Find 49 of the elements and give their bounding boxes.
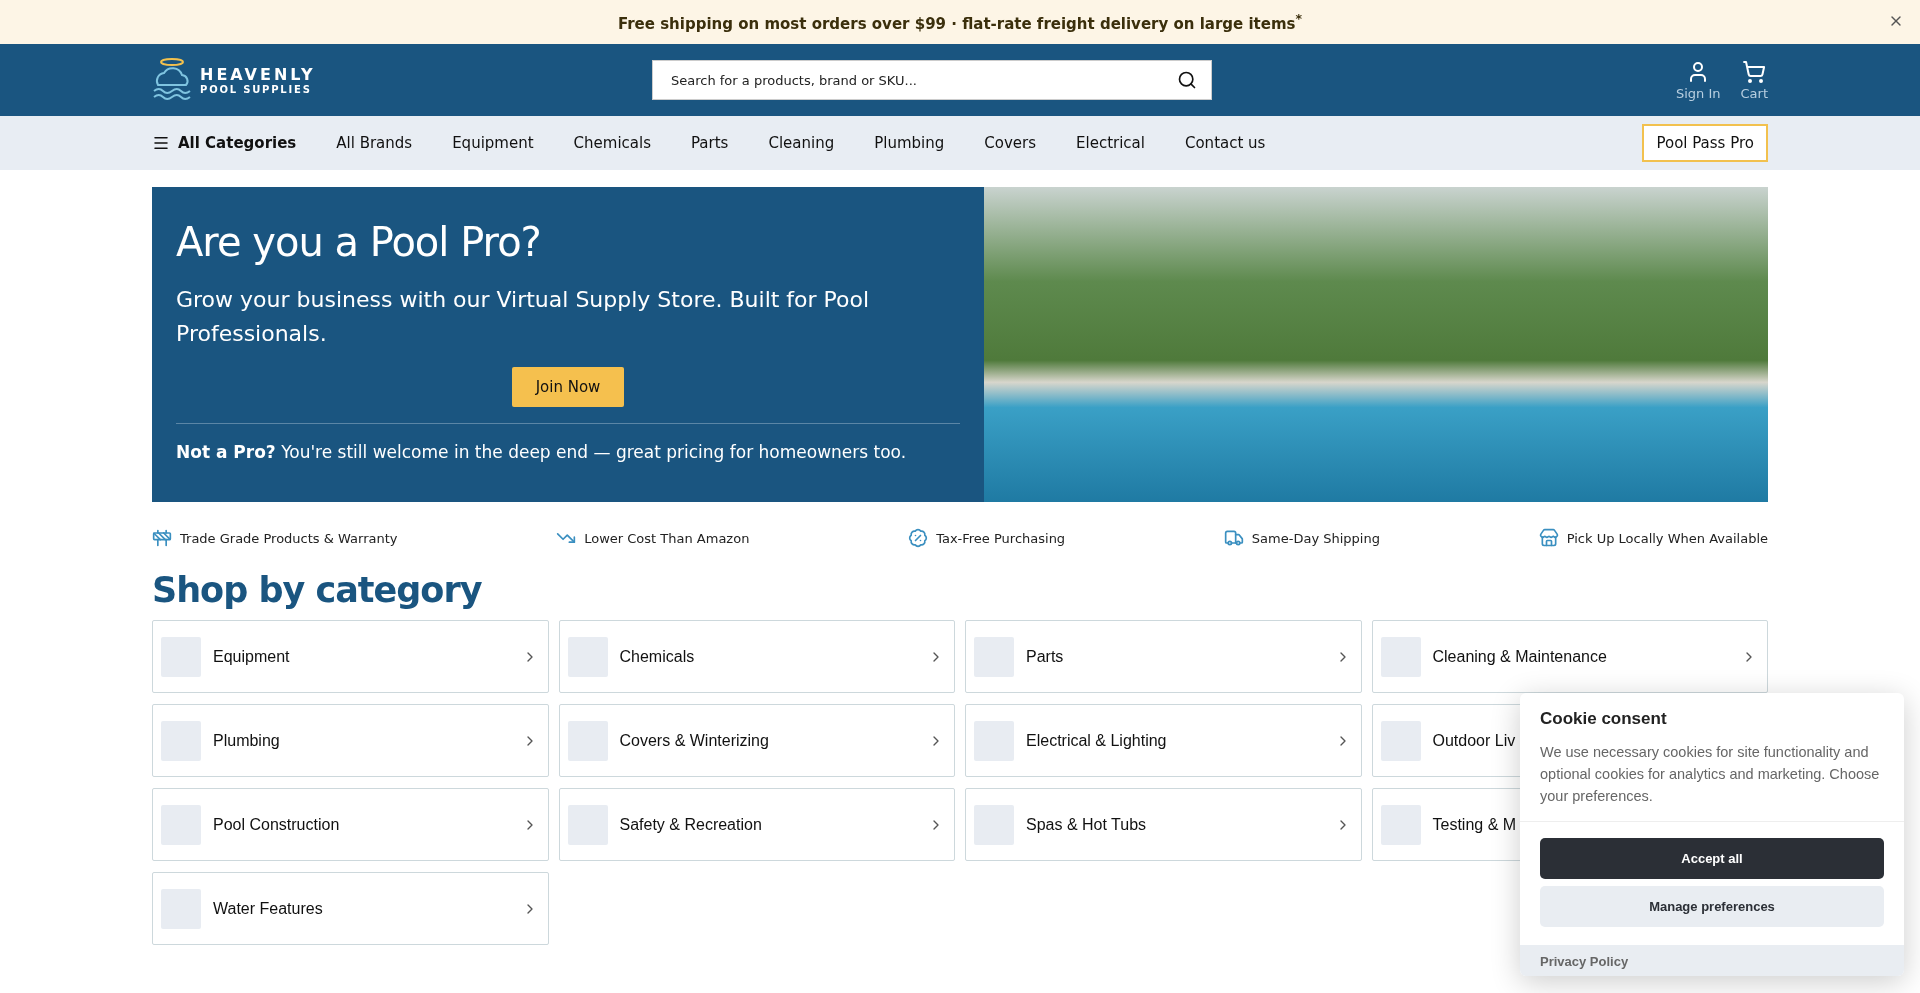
nav-link[interactable]: Chemicals [573,134,651,152]
cloud-halo-logo-icon [152,57,192,103]
cookie-text: We use necessary cookies for site functionality and optional cookies for analytics and marketing. Choose your preferences. [1540,743,1881,806]
feature-text: Same-Day Shipping [1251,530,1380,546]
section-title: Shop by category [152,570,483,610]
nav-link[interactable]: All Brands [336,134,413,152]
feature-text: Lower Cost Than Amazon [584,530,750,546]
nav-link[interactable]: Electrical [1076,134,1145,152]
cookie-title: Cookie consent [1540,709,1668,729]
feature-text: Tax-Free Purchasing [936,530,1066,546]
category-card[interactable]: Spas & Hot Tubs [965,788,1362,861]
all-categories-menu[interactable]: All Categories [152,134,297,152]
feature-text: Pick Up Locally When Available [1566,530,1768,546]
search-field[interactable]: Search for a products, brand or SKU... [652,60,1212,100]
nav-link[interactable]: Cleaning [768,134,835,152]
sign-in-link[interactable]: Sign In [1675,59,1721,101]
search-icon[interactable] [1177,70,1197,90]
feature-text: Trade Grade Products & Warranty [180,530,398,546]
announcement-text: Free shipping on most orders over $99 · flat-rate freight delivery on large items$^{*}$ [617,11,1303,33]
category-card[interactable]: Plumbing [152,704,549,777]
category-card[interactable]: Parts [965,620,1362,693]
truck-icon [1223,528,1244,548]
category-card[interactable]: Equipment [152,620,549,693]
nav-link[interactable]: Contact us [1184,134,1266,152]
hero-note: Not a Pro? You're still welcome in the deep end — great pricing for homeowners too. [176,442,908,462]
pool-pass-button[interactable]: Pool Pass Pro [1642,124,1768,162]
category-card[interactable]: Water Features [152,872,549,945]
category-card[interactable]: Safety & Recreation [558,788,955,861]
cart-link[interactable]: Cart [1740,59,1768,101]
logo-text: HEAVENLY [200,65,316,84]
nav-link[interactable]: Parts [691,134,729,152]
category-card[interactable]: Chemicals [558,620,955,693]
nav-link[interactable]: Covers [984,134,1036,152]
store-icon [1538,528,1559,548]
nav-link[interactable]: Equipment [452,134,534,152]
menu-icon [152,134,170,152]
accept-all-button[interactable]: Accept all [1540,838,1884,879]
logo-subtext: POOL SUPPLIES [200,84,313,95]
category-card[interactable]: Electrical & Lighting [965,704,1362,777]
hero-title: Are you a Pool Pro? [176,219,542,265]
hero-subtitle: Grow your business with our Virtual Supply Store. Built for Pool Professionals. [176,286,871,348]
cart-icon [1742,59,1767,84]
nav-link[interactable]: Plumbing [874,134,945,152]
manage-preferences-button[interactable]: Manage preferences [1540,886,1884,927]
category-card[interactable]: Cleaning & Maintenance [1371,620,1768,693]
category-card[interactable]: Pool Construction [152,788,549,861]
category-card[interactable]: Covers & Winterizing [558,704,955,777]
privacy-policy-link[interactable]: Privacy Policy [1540,954,1629,969]
join-button[interactable]: Join Now [511,367,625,407]
